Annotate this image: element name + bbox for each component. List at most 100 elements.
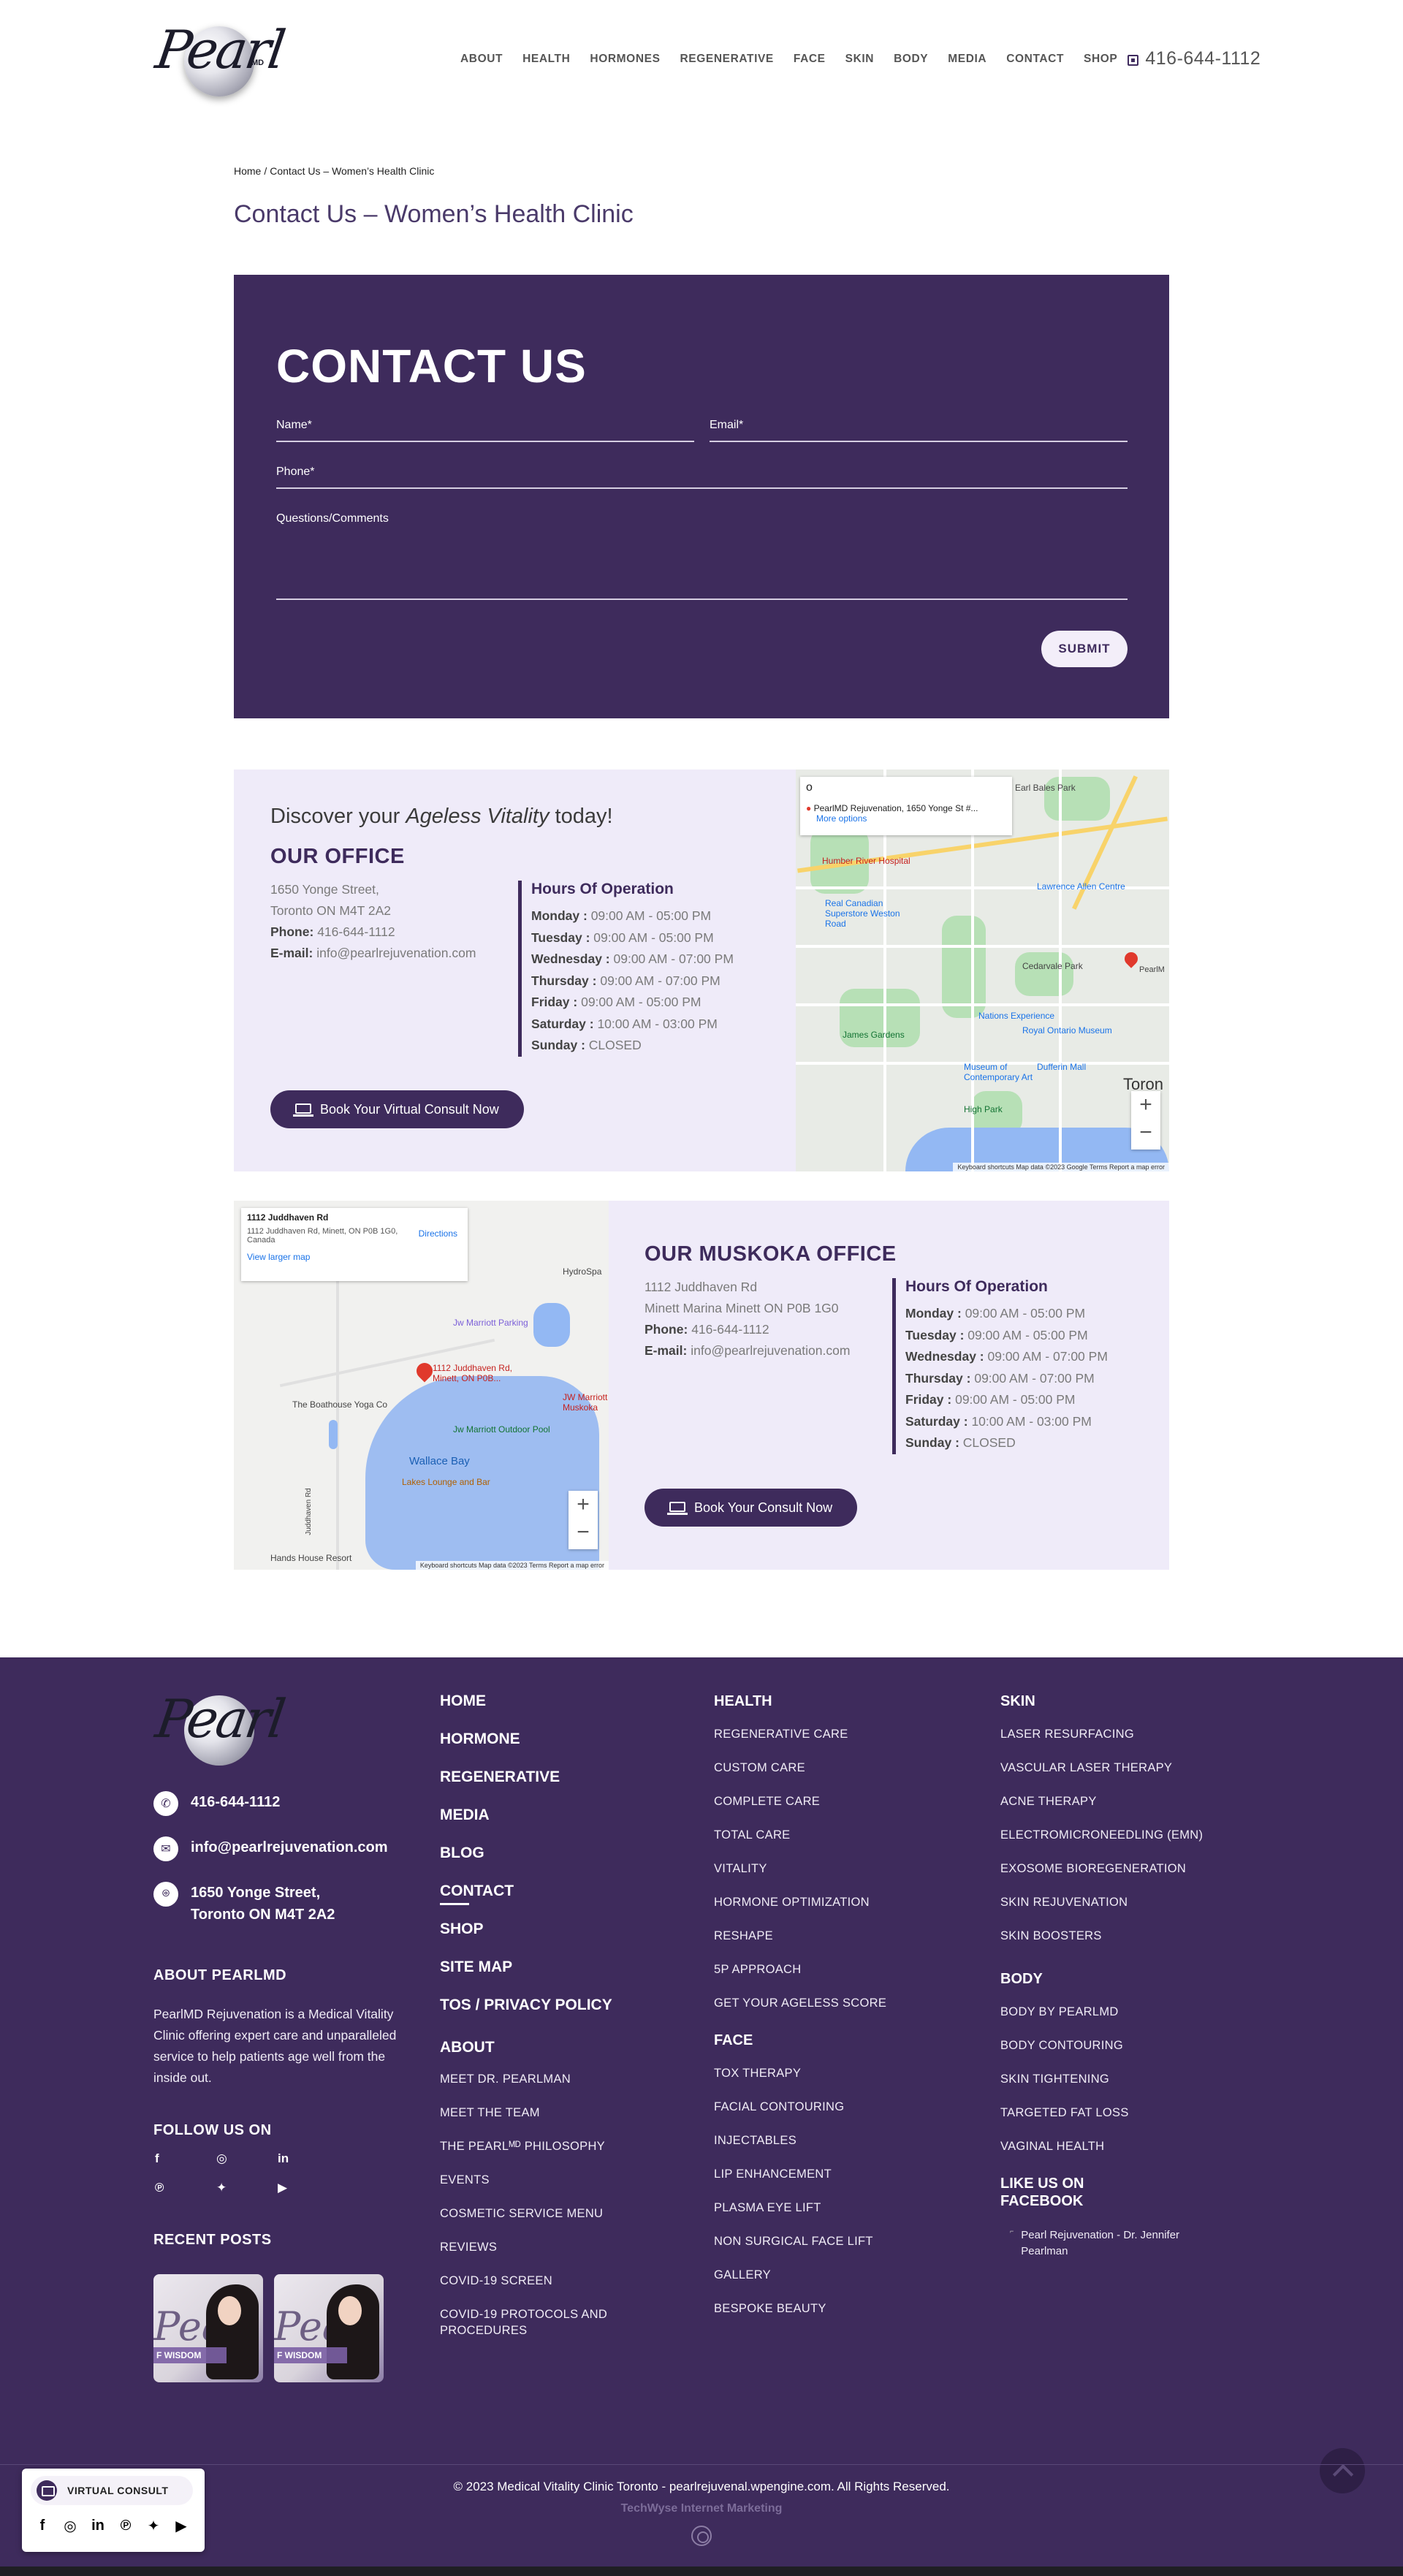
muskoka-email[interactable]: info@pearlrejuvenation.com	[691, 1343, 850, 1358]
footer-link-shop[interactable]: SHOP	[440, 1920, 615, 1958]
footer-health-link[interactable]: HORMONE OPTIMIZATION	[714, 1894, 886, 1928]
footer-face-link[interactable]: GALLERY	[714, 2267, 886, 2300]
footer-body-link[interactable]: BODY BY PEARLMD	[1000, 2004, 1203, 2037]
footer-link-blog[interactable]: BLOG	[440, 1844, 615, 1882]
nav-contact[interactable]: CONTACT	[1006, 53, 1064, 66]
footer-health-link[interactable]: RESHAPE	[714, 1928, 886, 1961]
footer-face-link[interactable]: PLASMA EYE LIFT	[714, 2200, 886, 2233]
footer-about-link[interactable]: REVIEWS	[440, 2239, 615, 2273]
footer-body-link[interactable]: BODY CONTOURING	[1000, 2037, 1203, 2071]
virtual-consult-button[interactable]: VIRTUAL CONSULT	[31, 2476, 193, 2505]
pinterest-icon[interactable]: ℗	[155, 2181, 164, 2195]
footer-skin-link[interactable]: SKIN BOOSTERS	[1000, 1928, 1203, 1961]
techwyse-credit-link[interactable]: TechWyse Internet Marketing	[0, 2502, 1403, 2515]
muskoka-map[interactable]: 1112 Juddhaven Rd 1112 Juddhaven Rd, Min…	[234, 1201, 609, 1570]
footer-logo[interactable]: Pearl	[152, 1687, 287, 1767]
footer-skin-heading[interactable]: SKIN	[1000, 1692, 1203, 1726]
footer-about-link[interactable]: COVID-19 SCREEN	[440, 2273, 615, 2306]
book-virtual-consult-button[interactable]: Book Your Virtual Consult Now	[270, 1090, 524, 1128]
recent-post-thumbnail[interactable]: Pearl F WISDOM	[153, 2274, 263, 2382]
footer-face-link[interactable]: LIP ENHANCEMENT	[714, 2166, 886, 2200]
youtube-icon[interactable]: ▶	[278, 2181, 287, 2195]
footer-link-regenerative[interactable]: REGENERATIVE	[440, 1768, 615, 1806]
header-phone-link[interactable]: 416-644-1112	[1145, 48, 1261, 69]
footer-health-link[interactable]: CUSTOM CARE	[714, 1760, 886, 1793]
nav-health[interactable]: HEALTH	[522, 53, 570, 66]
nav-hormones[interactable]: HORMONES	[590, 53, 660, 66]
footer-about-link[interactable]: EVENTS	[440, 2172, 615, 2205]
footer-health-link[interactable]: GET YOUR AGELESS SCORE	[714, 1995, 886, 2029]
muskoka-phone[interactable]: 416-644-1112	[691, 1322, 769, 1337]
view-larger-map-link[interactable]: View larger map	[247, 1252, 462, 1262]
footer-about-link[interactable]: MEET DR. PEARLMAN	[440, 2071, 615, 2105]
toronto-map[interactable]: o ● PearlMD Rejuvenation, 1650 Yonge St …	[796, 770, 1169, 1171]
footer-skin-link[interactable]: ACNE THERAPY	[1000, 1793, 1203, 1827]
footer-about-link[interactable]: THE PEARLᴹᴰ PHILOSOPHY	[440, 2138, 615, 2172]
nav-about[interactable]: ABOUT	[460, 53, 503, 66]
footer-phone[interactable]: ✆ 416-644-1112	[153, 1791, 280, 1816]
more-options-link[interactable]: More options	[816, 813, 1006, 824]
nav-shop[interactable]: SHOP	[1084, 53, 1117, 66]
footer-body-link[interactable]: SKIN TIGHTENING	[1000, 2071, 1203, 2105]
submit-button[interactable]: SUBMIT	[1041, 631, 1128, 667]
nav-face[interactable]: FACE	[794, 53, 826, 66]
nav-media[interactable]: MEDIA	[948, 53, 986, 66]
youtube-icon[interactable]: ▶	[172, 2517, 190, 2534]
linkedin-icon[interactable]: in	[278, 2151, 289, 2166]
twitter-icon[interactable]: ✦	[216, 2181, 227, 2195]
footer-email[interactable]: ✉ info@pearlrejuvenation.com	[153, 1836, 388, 1861]
footer-skin-link[interactable]: EXOSOME BIOREGENERATION	[1000, 1861, 1203, 1894]
footer-about-link[interactable]: COSMETIC SERVICE MENU	[440, 2205, 615, 2239]
instagram-icon[interactable]: ◎	[216, 2151, 227, 2166]
footer-body-heading[interactable]: BODY	[1000, 1970, 1203, 2004]
facebook-icon[interactable]: f	[34, 2517, 51, 2534]
email-field[interactable]: Email*	[710, 419, 1128, 442]
twitter-icon[interactable]: ✦	[145, 2517, 162, 2534]
office-email[interactable]: info@pearlrejuvenation.com	[316, 946, 476, 960]
instagram-icon[interactable]: ◎	[61, 2517, 79, 2534]
footer-link-site-map[interactable]: SITE MAP	[440, 1958, 615, 1996]
footer-health-link[interactable]: TOTAL CARE	[714, 1827, 886, 1861]
footer-skin-link[interactable]: LASER RESURFACING	[1000, 1726, 1203, 1760]
footer-face-link[interactable]: INJECTABLES	[714, 2132, 886, 2166]
footer-link-hormone[interactable]: HORMONE	[440, 1730, 615, 1768]
office-phone[interactable]: 416-644-1112	[317, 924, 395, 939]
phone-field[interactable]: Phone*	[276, 466, 1128, 489]
footer-face-link[interactable]: FACIAL CONTOURING	[714, 2099, 886, 2132]
footer-link-contact[interactable]: CONTACT	[440, 1882, 615, 1920]
directions-link[interactable]: Directions	[419, 1228, 457, 1239]
footer-link-tos[interactable]: TOS / PRIVACY POLICY	[440, 1996, 615, 2034]
book-consult-button[interactable]: Book Your Consult Now	[645, 1489, 858, 1527]
footer-about-link[interactable]: MEET THE TEAM	[440, 2105, 615, 2138]
footer-about-heading[interactable]: ABOUT	[440, 2039, 615, 2071]
footer-link-media[interactable]: MEDIA	[440, 1806, 615, 1844]
recent-post-thumbnail[interactable]: Pearl F WISDOM	[274, 2274, 384, 2382]
pearl-md-logo[interactable]: Pearl MD	[152, 16, 287, 98]
nav-skin[interactable]: SKIN	[845, 53, 874, 66]
footer-skin-link[interactable]: ELECTROMICRONEEDLING (EMN)	[1000, 1827, 1203, 1861]
footer-face-heading[interactable]: FACE	[714, 2032, 886, 2065]
facebook-icon[interactable]: f	[155, 2151, 159, 2166]
nav-regenerative[interactable]: REGENERATIVE	[680, 53, 774, 66]
pinterest-icon[interactable]: ℗	[117, 2517, 134, 2534]
footer-skin-link[interactable]: VASCULAR LASER THERAPY	[1000, 1760, 1203, 1793]
footer-face-link[interactable]: BESPOKE BEAUTY	[714, 2300, 886, 2334]
name-field[interactable]: Name*	[276, 419, 694, 442]
comments-field[interactable]: Questions/Comments	[276, 512, 1128, 600]
map-zoom-control[interactable]: + −	[569, 1491, 598, 1549]
footer-health-link[interactable]: COMPLETE CARE	[714, 1793, 886, 1827]
breadcrumb-home[interactable]: Home	[234, 165, 261, 177]
footer-body-link[interactable]: TARGETED FAT LOSS	[1000, 2105, 1203, 2138]
facebook-feed[interactable]: ⌐ Pearl Rejuvenation - Dr. Jennifer Pear…	[1010, 2227, 1189, 2260]
footer-health-link[interactable]: 5P APPROACH	[714, 1961, 886, 1995]
footer-about-link[interactable]: COVID-19 PROTOCOLS AND PROCEDURES	[440, 2306, 615, 2347]
footer-face-link[interactable]: NON SURGICAL FACE LIFT	[714, 2233, 886, 2267]
footer-health-link[interactable]: VITALITY	[714, 1861, 886, 1894]
footer-link-home[interactable]: HOME	[440, 1692, 615, 1730]
footer-health-heading[interactable]: HEALTH	[714, 1692, 886, 1726]
map-marker-icon[interactable]	[1122, 949, 1141, 968]
footer-skin-link[interactable]: SKIN REJUVENATION	[1000, 1894, 1203, 1928]
map-zoom-control[interactable]: + −	[1131, 1091, 1160, 1150]
linkedin-icon[interactable]: in	[89, 2517, 107, 2534]
footer-body-link[interactable]: VAGINAL HEALTH	[1000, 2138, 1203, 2172]
